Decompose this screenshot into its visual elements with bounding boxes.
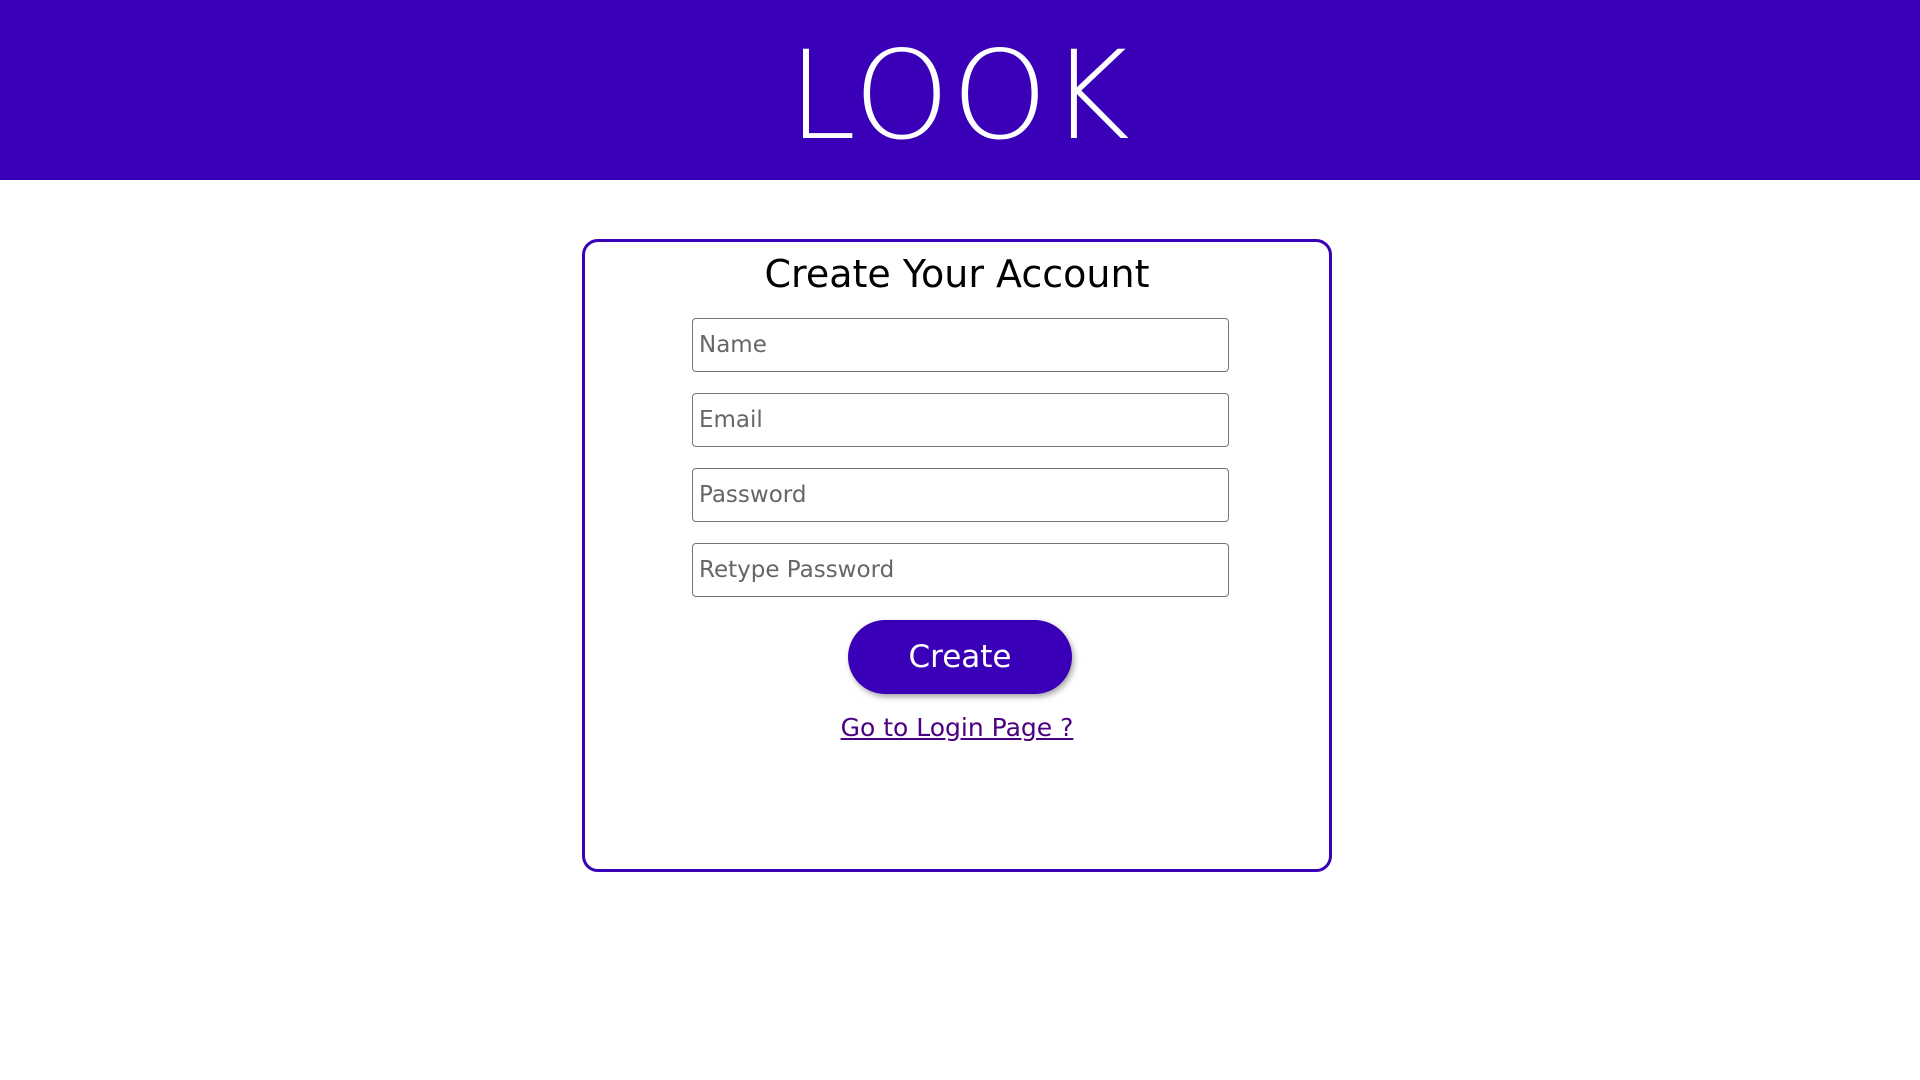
signup-card: Create Your Account Create Go to Login P… bbox=[582, 239, 1332, 872]
email-input[interactable] bbox=[692, 393, 1229, 447]
header-bar: LOOK bbox=[0, 0, 1920, 180]
retype-password-input[interactable] bbox=[692, 543, 1229, 597]
create-button[interactable]: Create bbox=[848, 620, 1072, 694]
password-input[interactable] bbox=[692, 468, 1229, 522]
form-title: Create Your Account bbox=[764, 252, 1150, 296]
login-page-link[interactable]: Go to Login Page ? bbox=[585, 713, 1329, 742]
name-input[interactable] bbox=[692, 318, 1229, 372]
logo: LOOK bbox=[788, 25, 1132, 167]
